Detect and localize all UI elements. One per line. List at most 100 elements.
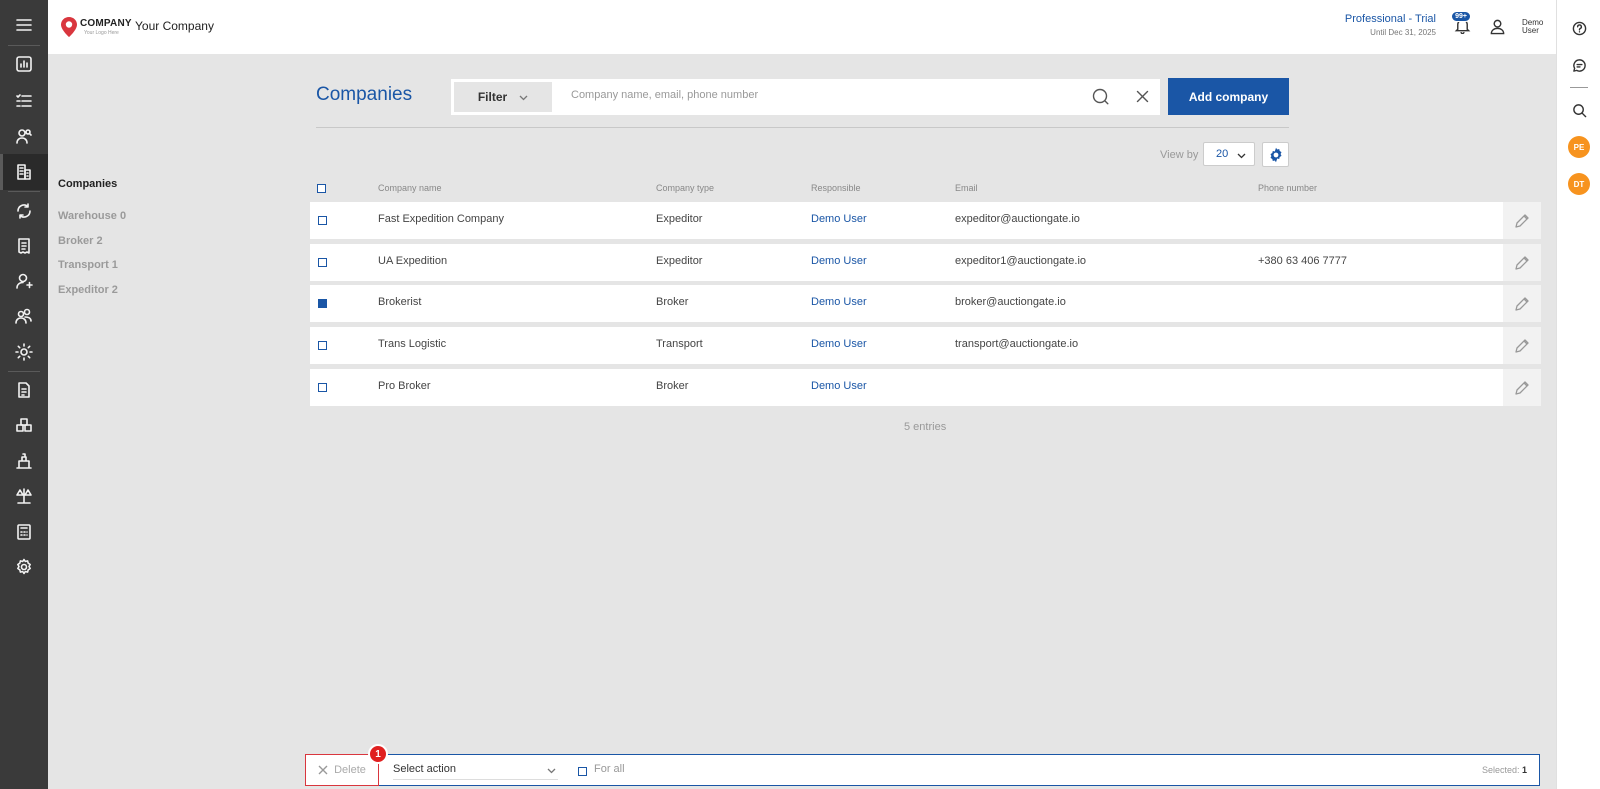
select-all-checkbox[interactable] xyxy=(317,184,326,193)
company-name-cell[interactable]: Trans Logistic xyxy=(378,338,446,350)
select-action-label: Select action xyxy=(393,763,456,775)
group-icon[interactable] xyxy=(0,298,48,334)
table-row[interactable]: Fast Expedition Company Expeditor Demo U… xyxy=(310,202,1541,239)
calculator-icon[interactable] xyxy=(0,514,48,550)
notification-badge: 1 xyxy=(368,744,388,764)
close-icon xyxy=(318,765,328,775)
help-icon[interactable] xyxy=(1557,13,1600,43)
gear-users-icon[interactable] xyxy=(0,334,48,370)
company-type-cell: Expeditor xyxy=(656,255,703,267)
subnav-item-broker[interactable]: Broker 2 xyxy=(58,235,103,247)
subnav-item-warehouse[interactable]: Warehouse 0 xyxy=(58,210,126,222)
edit-button[interactable] xyxy=(1503,244,1541,281)
company-name-cell[interactable]: Pro Broker xyxy=(378,380,431,392)
bulk-action-bar: Delete 1 Select action For all Selected:… xyxy=(305,744,1540,786)
gear-icon xyxy=(1270,147,1281,162)
person-icon[interactable] xyxy=(0,263,48,299)
chevron-down-icon xyxy=(519,95,528,100)
row-checkbox[interactable] xyxy=(318,341,327,350)
table-row[interactable]: UA Expedition Expeditor Demo User expedi… xyxy=(310,244,1541,281)
dashboard-icon[interactable] xyxy=(0,46,48,82)
left-sidebar xyxy=(0,0,48,789)
right-toolbar: PE DT xyxy=(1556,0,1600,789)
menu-icon[interactable] xyxy=(0,7,48,43)
plan-name[interactable]: Professional - Trial xyxy=(1345,13,1436,25)
settings-icon[interactable] xyxy=(0,549,48,585)
company-type-cell: Broker xyxy=(656,296,689,308)
avatar-pe[interactable]: PE xyxy=(1557,132,1600,162)
phone-cell: +380 63 406 7777 xyxy=(1258,255,1348,267)
row-checkbox[interactable] xyxy=(318,383,327,392)
avatar: PE xyxy=(1568,136,1590,158)
pencil-icon xyxy=(1515,380,1529,395)
pencil-icon xyxy=(1515,213,1529,228)
responsible-link[interactable]: Demo User xyxy=(811,338,867,350)
subnav-item-transport[interactable]: Transport 1 xyxy=(58,259,118,271)
company-name-cell[interactable]: Brokerist xyxy=(378,296,421,308)
company-type-cell: Broker xyxy=(656,380,689,392)
plan-info[interactable]: Professional - Trial Until Dec 31, 2025 xyxy=(1345,13,1436,37)
column-header-phone[interactable]: Phone number xyxy=(1258,183,1317,193)
warehouse-icon[interactable] xyxy=(0,443,48,479)
email-cell: expeditor@auctiongate.io xyxy=(955,213,1080,225)
users-search-icon[interactable] xyxy=(0,118,48,154)
pencil-icon xyxy=(1515,255,1529,270)
table-settings-button[interactable] xyxy=(1262,142,1289,167)
row-checkbox[interactable] xyxy=(318,258,327,267)
subnav-title[interactable]: Companies xyxy=(58,178,117,190)
table-row[interactable]: Trans Logistic Transport Demo User trans… xyxy=(310,327,1541,364)
company-name-cell[interactable]: Fast Expedition Company xyxy=(378,213,504,225)
building-icon[interactable] xyxy=(0,154,48,190)
row-checkbox[interactable] xyxy=(318,299,327,308)
for-all-checkbox[interactable] xyxy=(578,767,587,776)
chat-icon[interactable] xyxy=(1557,50,1600,80)
edit-button[interactable] xyxy=(1503,327,1541,364)
subnav-item-expeditor[interactable]: Expeditor 2 xyxy=(58,284,118,296)
responsible-link[interactable]: Demo User xyxy=(811,380,867,392)
edit-button[interactable] xyxy=(1503,369,1541,406)
company-name-cell[interactable]: UA Expedition xyxy=(378,255,447,267)
logo-pin-icon xyxy=(61,17,77,37)
delete-button[interactable]: Delete xyxy=(305,754,379,786)
boxes-icon[interactable] xyxy=(0,407,48,443)
column-header-responsible[interactable]: Responsible xyxy=(811,183,861,193)
email-cell: expeditor1@auctiongate.io xyxy=(955,255,1087,267)
responsible-link[interactable]: Demo User xyxy=(811,213,867,225)
table-row[interactable]: Brokerist Broker Demo User broker@auctio… xyxy=(310,285,1541,322)
scale-icon[interactable] xyxy=(0,478,48,514)
edit-button[interactable] xyxy=(1503,285,1541,322)
row-checkbox[interactable] xyxy=(318,216,327,225)
table-row[interactable]: Pro Broker Broker Demo User xyxy=(310,369,1541,406)
email-cell: broker@auctiongate.io xyxy=(955,296,1066,308)
responsible-link[interactable]: Demo User xyxy=(811,255,867,267)
edit-button[interactable] xyxy=(1503,202,1541,239)
view-by-label: View by xyxy=(1160,149,1199,161)
checklist-icon[interactable] xyxy=(0,83,48,119)
avatar-dt[interactable]: DT xyxy=(1557,169,1600,199)
selected-count: Selected: 1 xyxy=(1482,765,1527,775)
search-icon[interactable] xyxy=(1557,95,1600,125)
search-input[interactable] xyxy=(571,89,1091,101)
column-header-name[interactable]: Company name xyxy=(378,183,442,193)
view-by-value: 20 xyxy=(1216,148,1229,160)
responsible-link[interactable]: Demo User xyxy=(811,296,867,308)
pencil-icon xyxy=(1515,296,1529,311)
document-icon[interactable] xyxy=(0,372,48,408)
view-by-select[interactable]: 20 xyxy=(1203,142,1255,166)
filter-dropdown[interactable]: Filter xyxy=(454,82,552,112)
column-header-type[interactable]: Company type xyxy=(656,183,714,193)
search-icon[interactable] xyxy=(1092,88,1109,110)
title-divider xyxy=(316,127,1289,128)
receipt-icon[interactable] xyxy=(0,228,48,264)
user-name[interactable]: Demo User xyxy=(1522,19,1546,35)
chevron-down-icon xyxy=(547,768,556,774)
column-header-email[interactable]: Email xyxy=(955,183,978,193)
plan-until: Until Dec 31, 2025 xyxy=(1370,28,1436,37)
select-action-dropdown[interactable]: Select action xyxy=(393,763,558,780)
add-company-button[interactable]: Add company xyxy=(1168,78,1289,115)
page-title: Companies xyxy=(316,84,413,105)
user-icon[interactable] xyxy=(1489,18,1506,40)
clear-icon[interactable] xyxy=(1134,88,1151,110)
logo-text: COMPANY xyxy=(80,17,132,29)
exchange-icon[interactable] xyxy=(0,193,48,229)
